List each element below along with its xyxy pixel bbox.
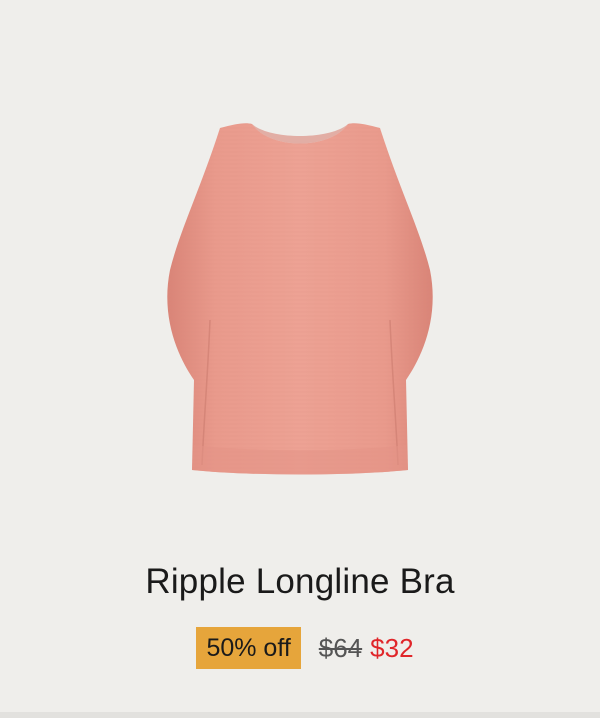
price-row: 50% off $64 $32 <box>0 627 600 669</box>
product-image[interactable] <box>150 110 450 490</box>
sale-price: $32 <box>370 632 414 663</box>
original-price: $64 <box>318 632 363 663</box>
product-title[interactable]: Ripple Longline Bra <box>0 562 600 602</box>
card-divider <box>0 712 600 718</box>
product-card[interactable]: Ripple Longline Bra 50% off $64 $32 <box>0 0 600 712</box>
discount-badge: 50% off <box>196 627 301 669</box>
